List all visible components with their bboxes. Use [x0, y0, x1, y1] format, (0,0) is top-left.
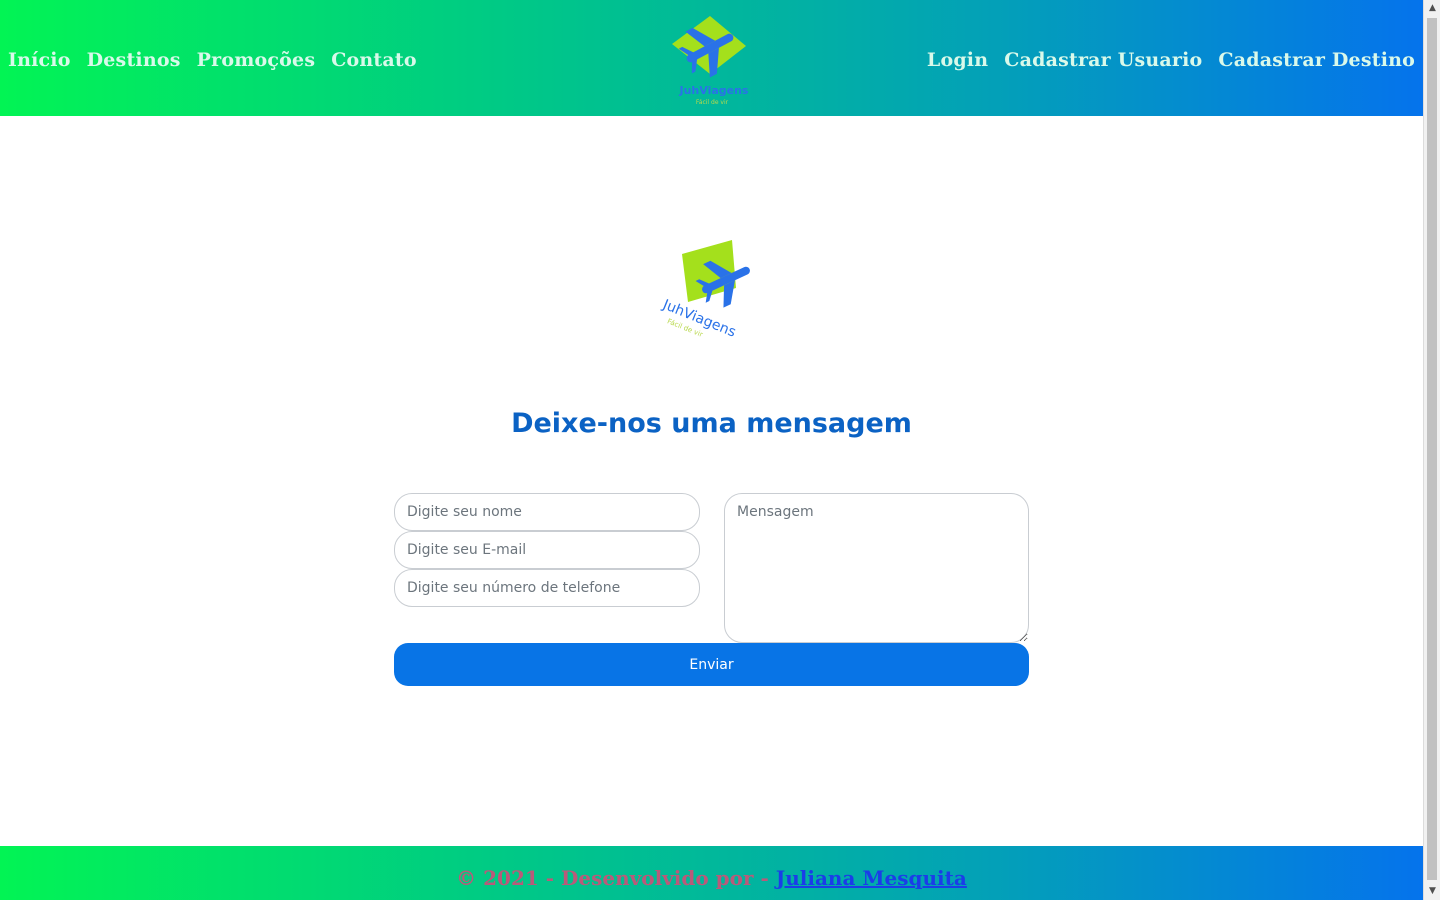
nav-link-cadastrar-usuario[interactable]: Cadastrar Usuario — [1004, 46, 1202, 74]
footer-credit: © 2021 - Desenvolvido por - — [456, 866, 776, 890]
send-button[interactable]: Enviar — [394, 643, 1029, 686]
nav-link-inicio[interactable]: Início — [8, 46, 71, 74]
email-input[interactable] — [394, 531, 700, 569]
nav-link-promocoes[interactable]: Promoções — [197, 46, 316, 74]
nav-link-cadastrar-destino[interactable]: Cadastrar Destino — [1218, 46, 1415, 74]
nav-link-destinos[interactable]: Destinos — [87, 46, 181, 74]
phone-input[interactable] — [394, 569, 700, 607]
footer: © 2021 - Desenvolvido por - Juliana Mesq… — [0, 846, 1423, 900]
nav-link-contato[interactable]: Contato — [331, 46, 417, 74]
airplane-icon: JuhViagens Fácil de vir — [672, 16, 749, 106]
top-navbar: Início Destinos Promoções Contato JuhVia… — [0, 0, 1423, 116]
vertical-scrollbar[interactable]: ▲ ▼ — [1423, 0, 1440, 900]
name-input[interactable] — [394, 493, 700, 531]
page: Início Destinos Promoções Contato JuhVia… — [0, 0, 1423, 900]
header-logo[interactable]: JuhViagens Fácil de vir — [666, 12, 754, 108]
nav-right: Login Cadastrar Usuario Cadastrar Destin… — [927, 46, 1415, 74]
page-title: Deixe-nos uma mensagem — [511, 408, 912, 439]
header-logo-tagline: Fácil de vir — [696, 99, 729, 106]
main-logo: JuhViagens Fácil de vir — [656, 236, 766, 352]
nav-left: Início Destinos Promoções Contato — [8, 46, 417, 74]
message-textarea[interactable] — [724, 493, 1029, 643]
header-logo-name: JuhViagens — [679, 84, 749, 97]
nav-link-login[interactable]: Login — [927, 46, 988, 74]
airplane-icon: JuhViagens Fácil de vir — [660, 240, 750, 341]
footer-text: © 2021 - Desenvolvido por - Juliana Mesq… — [456, 866, 967, 890]
scrollbar-thumb[interactable] — [1427, 18, 1437, 880]
scroll-up-arrow-icon[interactable]: ▲ — [1424, 0, 1440, 17]
scroll-down-arrow-icon[interactable]: ▼ — [1424, 883, 1440, 900]
footer-author-link[interactable]: Juliana Mesquita — [776, 866, 967, 890]
